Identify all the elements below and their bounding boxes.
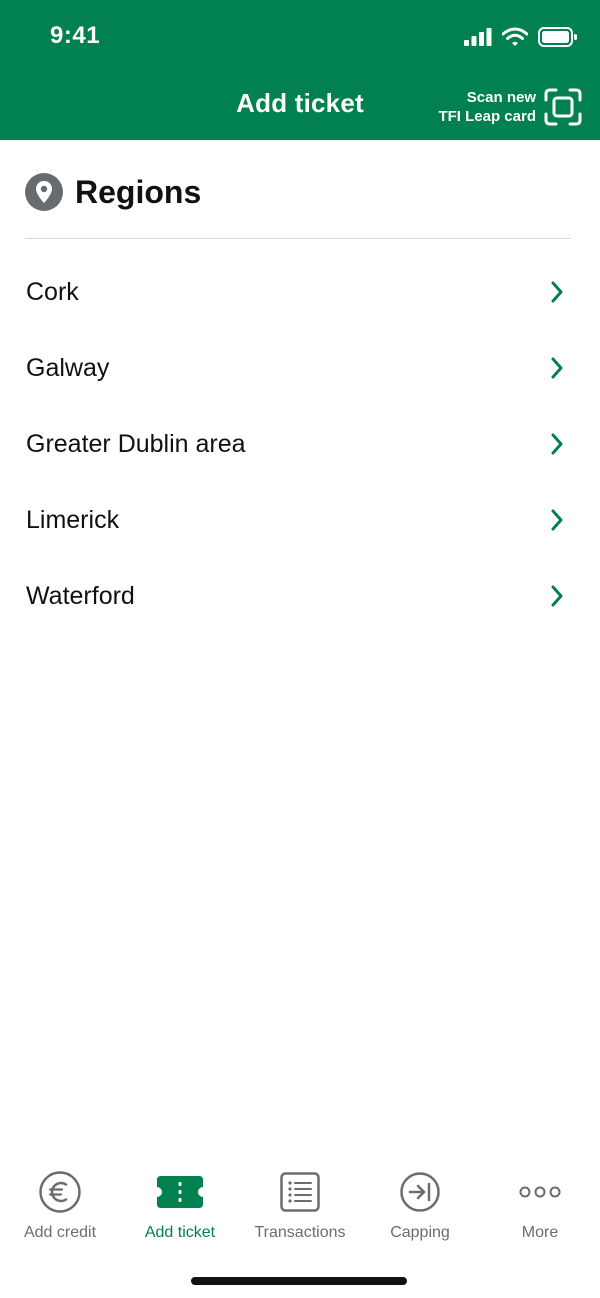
status-icons	[464, 24, 578, 50]
scan-card-label: Scan new TFI Leap card	[438, 89, 536, 125]
section-header: Regions	[25, 170, 201, 214]
euro-icon	[39, 1171, 81, 1213]
wifi-icon	[502, 27, 528, 46]
more-icon	[519, 1186, 561, 1198]
region-item-galway[interactable]: Galway	[0, 330, 600, 406]
region-label: Limerick	[26, 505, 120, 534]
signal-icon	[464, 28, 492, 46]
home-indicator	[191, 1277, 407, 1285]
section-title: Regions	[75, 173, 202, 210]
region-list: Cork Galway Greater Dublin area Limerick…	[0, 254, 600, 634]
ticket-icon	[157, 1176, 203, 1208]
tab-label: Capping	[390, 1224, 450, 1241]
divider	[25, 238, 571, 239]
region-label: Cork	[26, 277, 79, 306]
tab-more[interactable]: More	[480, 1170, 600, 1260]
region-label: Waterford	[26, 581, 135, 610]
chevron-right-icon	[551, 585, 563, 607]
chevron-right-icon	[551, 433, 563, 455]
tab-transactions[interactable]: Transactions	[240, 1170, 360, 1260]
region-label: Greater Dublin area	[26, 429, 246, 458]
region-item-greater-dublin[interactable]: Greater Dublin area	[0, 406, 600, 482]
region-label: Galway	[26, 353, 110, 382]
region-item-cork[interactable]: Cork	[0, 254, 600, 330]
capping-icon	[400, 1172, 440, 1212]
tab-bar: Add credit Add ticket Transactions Cappi…	[0, 1170, 600, 1260]
battery-icon	[538, 27, 577, 47]
chevron-right-icon	[551, 509, 563, 531]
scan-card-button[interactable]: Scan new TFI Leap card	[438, 88, 582, 126]
tab-add-credit[interactable]: Add credit	[0, 1170, 120, 1260]
tab-label: More	[521, 1224, 559, 1241]
region-item-limerick[interactable]: Limerick	[0, 482, 600, 558]
tab-add-ticket[interactable]: Add ticket	[120, 1170, 240, 1260]
region-item-waterford[interactable]: Waterford	[0, 558, 600, 634]
app-header: 9:41 Add ticket Scan new TFI Leap card	[0, 0, 600, 140]
tab-label: Transactions	[254, 1224, 346, 1241]
tab-capping[interactable]: Capping	[360, 1170, 480, 1260]
chevron-right-icon	[551, 281, 563, 303]
scan-frame-icon	[544, 88, 582, 126]
chevron-right-icon	[551, 357, 563, 379]
tab-label: Add credit	[23, 1224, 97, 1241]
location-pin-icon	[25, 173, 63, 211]
list-icon	[280, 1172, 320, 1212]
tab-label: Add ticket	[144, 1224, 216, 1241]
status-time: 9:41	[50, 22, 101, 49]
